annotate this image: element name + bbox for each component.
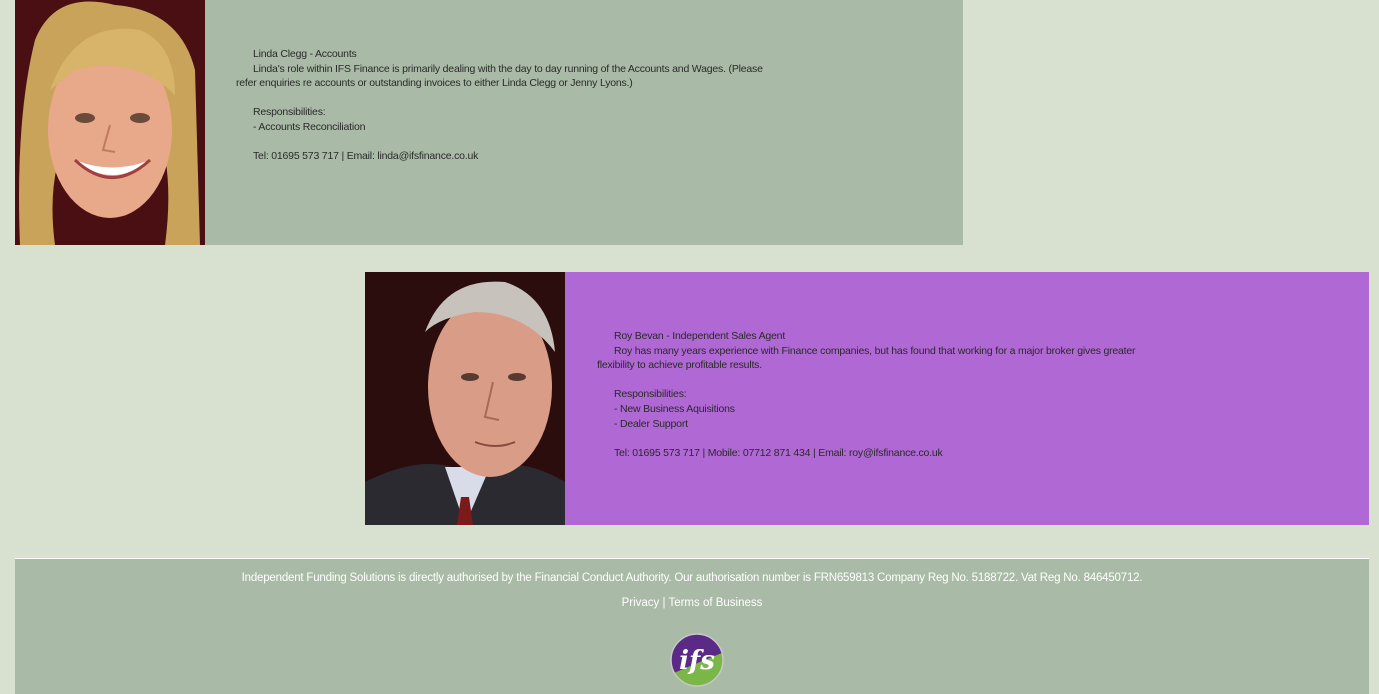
member-description-line1: Roy has many years experience with Finan…: [614, 344, 1136, 357]
linda-photo: [15, 0, 205, 245]
team-member-card-roy: Roy Bevan - Independent Sales Agent Roy …: [365, 272, 1369, 525]
portrait-woman-icon: [15, 0, 205, 245]
member-name-role: Linda Clegg - Accounts: [253, 48, 357, 60]
terms-link[interactable]: Terms of Business: [668, 597, 762, 609]
responsibility-item: - Accounts Reconciliation: [253, 120, 366, 133]
member-contact: Tel: 01695 573 717 | Mobile: 07712 871 4…: [614, 446, 943, 459]
footer-legal-text: Independent Funding Solutions is directl…: [241, 572, 1143, 584]
roy-bio: Roy Bevan - Independent Sales Agent Roy …: [565, 272, 1142, 525]
privacy-link[interactable]: Privacy: [622, 597, 660, 609]
footer-links: Privacy | Terms of Business: [15, 597, 1369, 609]
site-footer: Independent Funding Solutions is directl…: [15, 558, 1369, 694]
linda-bio: Linda Clegg - Accounts Linda's role with…: [205, 0, 776, 245]
responsibilities-heading: Responsibilities:: [614, 388, 687, 401]
responsibility-item: - New Business Aquisitions: [614, 402, 735, 415]
member-description-line2: refer enquiries re accounts or outstandi…: [236, 77, 633, 90]
ifs-logo-icon[interactable]: ifs: [670, 633, 724, 687]
member-description-line1: Linda's role within IFS Finance is prima…: [253, 62, 763, 75]
responsibility-item: - Dealer Support: [614, 417, 688, 430]
portrait-man-icon: [365, 272, 565, 525]
member-description-line2: flexibility to achieve profitable result…: [597, 359, 762, 372]
member-name-role: Roy Bevan - Independent Sales Agent: [614, 330, 786, 342]
member-contact: Tel: 01695 573 717 | Email: linda@ifsfin…: [253, 150, 479, 163]
team-member-card-linda: Linda Clegg - Accounts Linda's role with…: [15, 0, 963, 245]
responsibilities-heading: Responsibilities:: [253, 106, 326, 119]
logo-text: ifs: [679, 646, 715, 676]
roy-photo: [365, 272, 565, 525]
